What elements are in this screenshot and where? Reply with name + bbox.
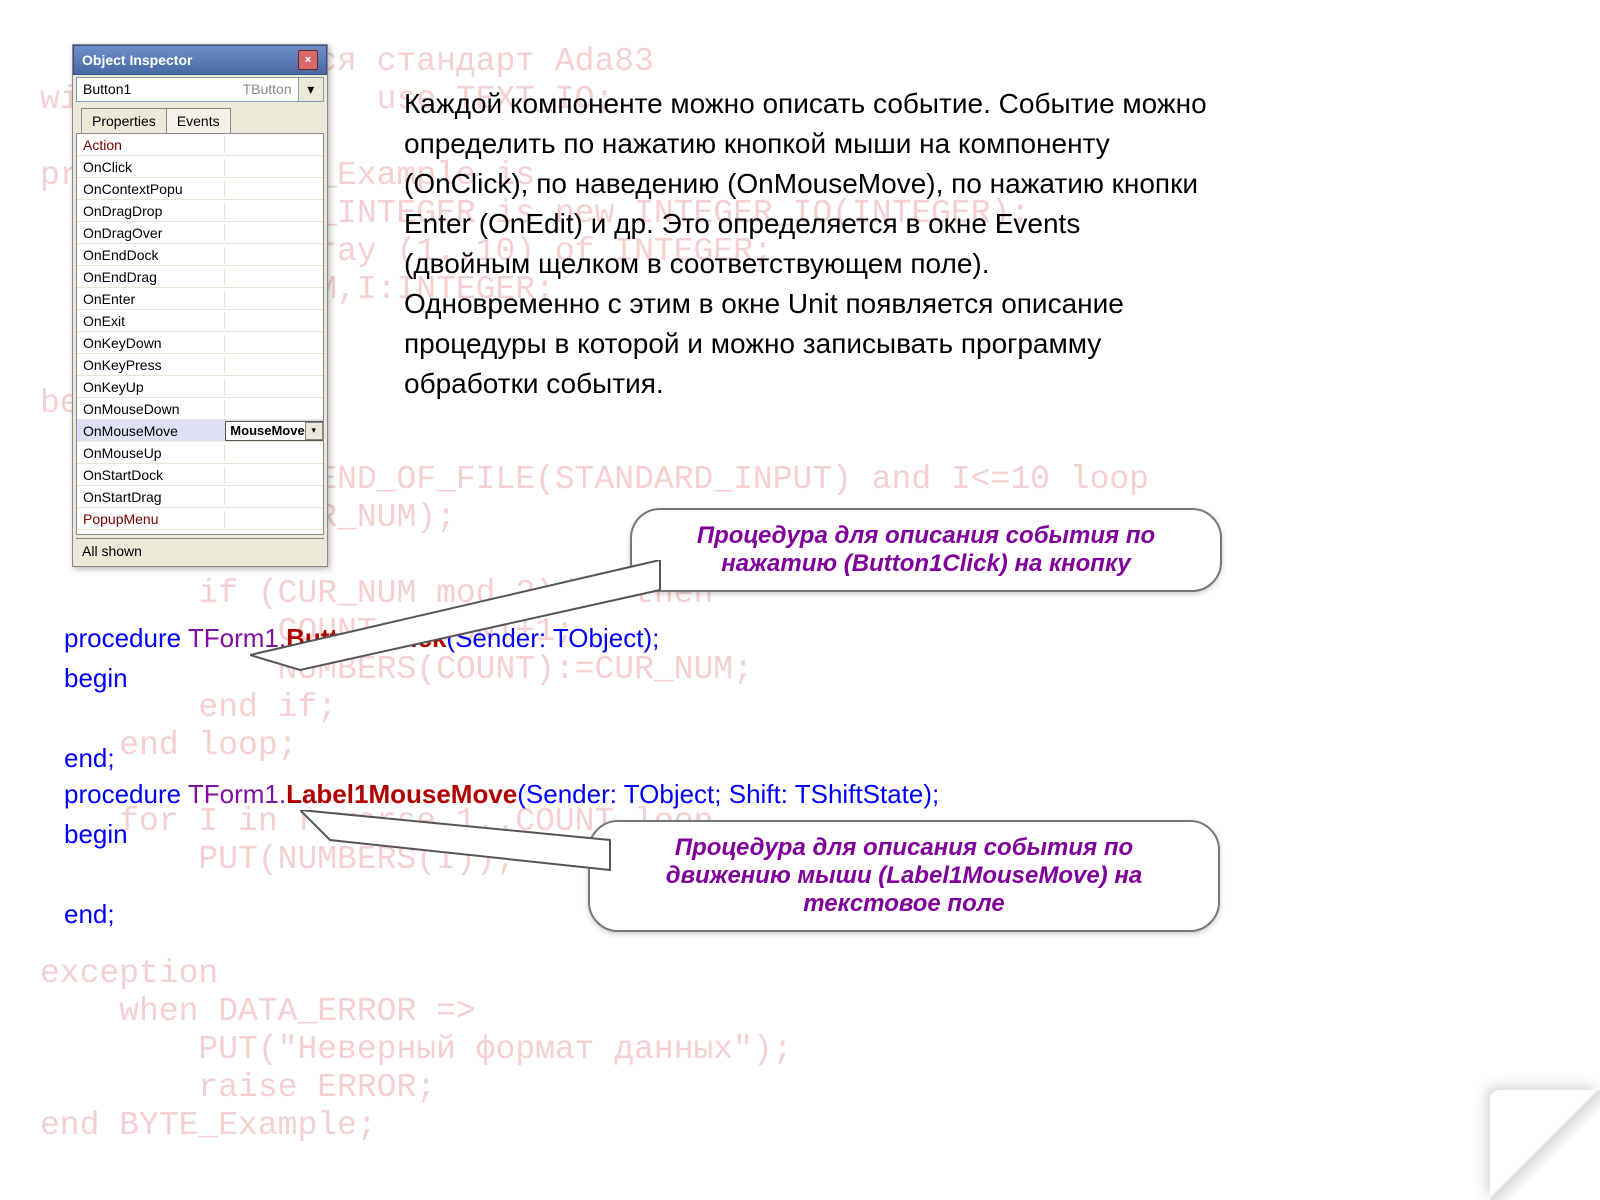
event-name: OnKeyDown: [77, 335, 225, 351]
keyword: begin: [64, 819, 128, 849]
event-name: OnStartDrag: [77, 489, 225, 505]
callout-pointer-2: [300, 810, 620, 910]
event-name: OnEnter: [77, 291, 225, 307]
callout-label1mousemove: Процедура для описания события по движен…: [588, 820, 1220, 932]
page-curl: [1490, 1090, 1600, 1200]
event-row-PopupMenu[interactable]: PopupMenu: [77, 508, 323, 530]
event-name: OnStartDock: [77, 467, 225, 483]
event-name: Action: [77, 137, 225, 153]
selected-type: TButton: [237, 78, 298, 101]
callout-button1click: Процедура для описания события по нажати…: [630, 508, 1222, 592]
keyword: begin: [64, 663, 128, 693]
keyword: procedure: [64, 623, 188, 653]
event-row-OnMouseUp[interactable]: OnMouseUp: [77, 442, 323, 464]
object-selector[interactable]: Button1 TButton ▾: [76, 77, 324, 102]
event-name: OnExit: [77, 313, 225, 329]
chevron-down-icon[interactable]: ▾: [298, 78, 323, 101]
method-name: Label1MouseMove: [286, 779, 517, 809]
keyword: end;: [64, 743, 115, 773]
event-row-OnMouseDown[interactable]: OnMouseDown: [77, 398, 323, 420]
tab-properties[interactable]: Properties: [81, 108, 167, 133]
event-row-OnKeyDown[interactable]: OnKeyDown: [77, 332, 323, 354]
event-row-OnDragOver[interactable]: OnDragOver: [77, 222, 323, 244]
event-row-OnEnter[interactable]: OnEnter: [77, 288, 323, 310]
event-row-Action[interactable]: Action: [77, 134, 323, 156]
selected-object: Button1: [77, 78, 237, 101]
event-name: OnKeyPress: [77, 357, 225, 373]
arguments: (Sender: TObject; Shift: TShiftState);: [517, 779, 939, 809]
event-name: OnEndDock: [77, 247, 225, 263]
tab-events[interactable]: Events: [166, 108, 231, 133]
window-title: Object Inspector: [82, 52, 192, 68]
event-row-OnEndDock[interactable]: OnEndDock: [77, 244, 323, 266]
event-row-OnDragDrop[interactable]: OnDragDrop: [77, 200, 323, 222]
event-name: OnContextPopu: [77, 181, 225, 197]
event-row-OnStartDock[interactable]: OnStartDock: [77, 464, 323, 486]
event-name: OnMouseUp: [77, 445, 225, 461]
explanation-text: Каждой компоненте можно описать событие.…: [404, 84, 1214, 404]
event-name: OnEndDrag: [77, 269, 225, 285]
event-row-OnKeyPress[interactable]: OnKeyPress: [77, 354, 323, 376]
event-row-OnExit[interactable]: OnExit: [77, 310, 323, 332]
keyword: procedure: [64, 779, 188, 809]
event-row-OnMouseMove[interactable]: OnMouseMoveMouseMove▾: [77, 420, 323, 442]
callout-pointer-1: [250, 560, 670, 680]
close-icon[interactable]: ×: [298, 50, 318, 70]
event-list[interactable]: Action OnClick OnContextPopu OnDragDrop OnDr…: [76, 133, 324, 535]
event-name: OnKeyUp: [77, 379, 225, 395]
inspector-tabs: Properties Events: [73, 104, 327, 133]
chevron-down-icon[interactable]: ▾: [305, 422, 323, 440]
event-name: OnClick: [77, 159, 225, 175]
event-value[interactable]: MouseMove▾: [225, 421, 324, 441]
event-name: OnDragDrop: [77, 203, 225, 219]
object-inspector-window: Object Inspector × Button1 TButton ▾ Pro…: [72, 44, 328, 567]
event-name: PopupMenu: [77, 511, 225, 527]
event-row-OnEndDrag[interactable]: OnEndDrag: [77, 266, 323, 288]
event-row-OnKeyUp[interactable]: OnKeyUp: [77, 376, 323, 398]
event-name: OnMouseDown: [77, 401, 225, 417]
event-row-OnContextPopu[interactable]: OnContextPopu: [77, 178, 323, 200]
event-row-OnClick[interactable]: OnClick: [77, 156, 323, 178]
event-name: OnDragOver: [77, 225, 225, 241]
window-titlebar[interactable]: Object Inspector ×: [73, 45, 327, 75]
event-handler-name: MouseMove: [230, 423, 304, 438]
event-row-OnStartDrag[interactable]: OnStartDrag: [77, 486, 323, 508]
keyword: end;: [64, 899, 115, 929]
identifier: TForm1.: [188, 779, 286, 809]
event-name: OnMouseMove: [77, 423, 225, 439]
